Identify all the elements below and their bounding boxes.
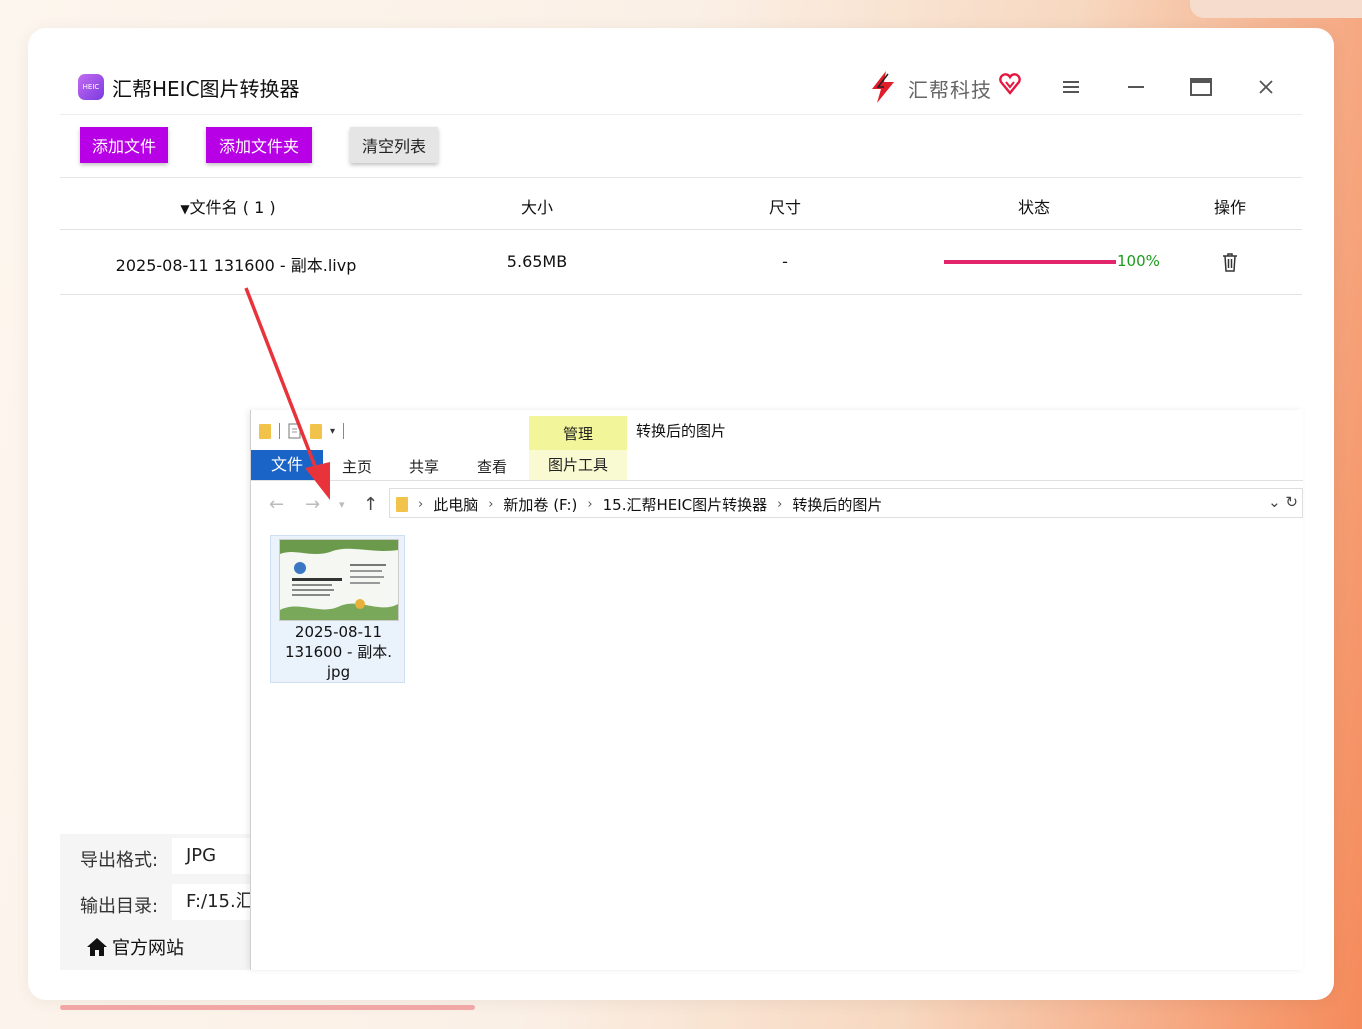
official-site-label: 官方网站 (112, 938, 184, 959)
file-explorer-window: ▾ 管理 转换后的图片 文件 主页 共享 查看 图片工具 ← → ▾ ↑ › 此… (250, 410, 1303, 970)
folder-icon (396, 497, 408, 512)
table-header: ▼文件名 ( 1 ) 大小 尺寸 状态 操作 (60, 178, 1302, 230)
divider (343, 423, 345, 439)
breadcrumb: › 此电脑 › 新加卷 (F:) › 15.汇帮HEIC图片转换器 › 转换后的… (396, 494, 882, 515)
tab-share[interactable]: 共享 (409, 456, 439, 477)
chevron-right-icon: › (418, 497, 424, 512)
progress-bar (944, 260, 1116, 264)
quick-access-toolbar: ▾ (259, 420, 345, 442)
column-header-size: 大小 (520, 198, 554, 217)
tab-picture-tools[interactable]: 图片工具 (529, 450, 627, 480)
trash-icon[interactable] (1220, 251, 1240, 273)
menu-icon[interactable] (1058, 74, 1084, 100)
column-header-status: 状态 (1017, 198, 1051, 217)
new-folder-icon[interactable] (310, 423, 322, 439)
column-header-dimensions: 尺寸 (768, 198, 802, 217)
table-row[interactable]: 2025-08-11 131600 - 副本.livp 5.65MB - 100… (60, 230, 1302, 295)
column-header-name[interactable]: ▼文件名 ( 1 ) (180, 194, 275, 218)
app-title: 汇帮HEIC图片转换器 (112, 77, 300, 101)
settings-panel: 导出格式: JPG 输出目录: F:/15.汇 官方网站 (60, 834, 250, 970)
column-header-action: 操作 (1213, 198, 1247, 217)
clear-list-button[interactable]: 清空列表 (350, 127, 438, 163)
output-label: 输出目录: (80, 896, 159, 917)
breadcrumb-item[interactable]: 此电脑 (433, 494, 478, 515)
home-icon (87, 938, 107, 956)
address-bar[interactable]: › 此电脑 › 新加卷 (F:) › 15.汇帮HEIC图片转换器 › 转换后的… (389, 488, 1303, 518)
back-arrow-icon[interactable]: ← (269, 494, 284, 515)
sort-down-icon: ▼ (180, 202, 190, 216)
vip-heart-icon[interactable] (998, 72, 1022, 96)
toolbar: 添加文件 添加文件夹 清空列表 (60, 114, 1302, 178)
breadcrumb-item[interactable]: 转换后的图片 (792, 494, 882, 515)
breadcrumb-item[interactable]: 新加卷 (F:) (503, 494, 577, 515)
chevron-right-icon: › (777, 497, 783, 512)
column-header-name-label: 文件名 ( 1 ) (189, 198, 276, 217)
close-icon[interactable] (1253, 74, 1279, 100)
tab-view[interactable]: 查看 (477, 456, 507, 477)
horizontal-scrollbar[interactable] (60, 1005, 475, 1010)
add-file-button[interactable]: 添加文件 (80, 127, 168, 163)
maximize-icon[interactable] (1188, 74, 1214, 100)
folder-icon (259, 423, 271, 439)
format-label: 导出格式: (80, 850, 159, 871)
chevron-down-icon[interactable]: ▾ (330, 426, 335, 437)
minimize-icon[interactable] (1123, 74, 1149, 100)
progress-fill (944, 260, 1116, 264)
file-name: 2025-08-11 131600 - 副本.livp (115, 256, 357, 275)
properties-icon[interactable] (288, 423, 302, 439)
recent-chevron-icon[interactable]: ▾ (339, 498, 345, 511)
chevron-right-icon: › (488, 497, 494, 512)
address-row: ← → ▾ ↑ › 此电脑 › 新加卷 (F:) › 15.汇帮HEIC图片转换… (251, 488, 1303, 520)
explorer-title: 转换后的图片 (636, 422, 727, 440)
corner-decoration (1190, 0, 1362, 18)
output-dir-field[interactable]: F:/15.汇 (172, 884, 250, 920)
format-select[interactable]: JPG (172, 838, 250, 874)
tab-home[interactable]: 主页 (342, 456, 372, 477)
file-item[interactable]: 2025-08-11 131600 - 副本. jpg (270, 535, 405, 683)
official-site-link[interactable]: 官方网站 (86, 934, 184, 960)
refresh-icon[interactable]: ⌄ ↻ (1268, 493, 1298, 511)
divider (279, 423, 280, 439)
manage-tab[interactable]: 管理 (529, 416, 627, 450)
progress-text: 100% (1117, 252, 1160, 270)
brand-name: 汇帮科技 (908, 78, 992, 102)
title-bar: HEIC 汇帮HEIC图片转换器 汇帮科技 (60, 60, 1302, 115)
add-folder-button[interactable]: 添加文件夹 (206, 127, 312, 163)
file-size: 5.65MB (506, 252, 568, 271)
image-thumbnail (279, 539, 399, 621)
breadcrumb-item[interactable]: 15.汇帮HEIC图片转换器 (603, 494, 768, 515)
file-dimensions: - (782, 252, 788, 271)
brand-logo-icon (872, 71, 894, 103)
forward-arrow-icon[interactable]: → (305, 494, 320, 515)
file-item-label: 2025-08-11 131600 - 副本. jpg (285, 623, 392, 681)
app-logo-icon: HEIC (78, 74, 104, 100)
ribbon-tabs: 文件 主页 共享 查看 图片工具 (251, 450, 1303, 481)
up-arrow-icon[interactable]: ↑ (363, 494, 378, 515)
tab-file[interactable]: 文件 (251, 450, 323, 480)
chevron-right-icon: › (587, 497, 593, 512)
